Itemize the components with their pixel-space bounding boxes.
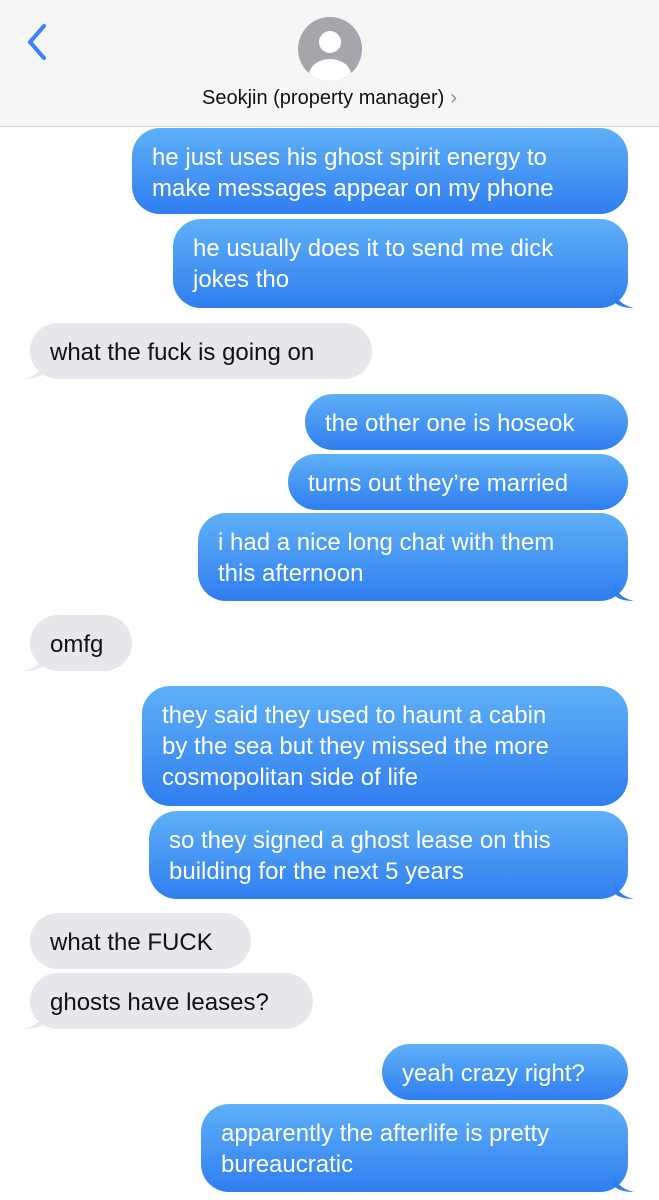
bubble-tail — [24, 359, 44, 379]
message-text-line: what the FUCK — [50, 929, 213, 956]
incoming-message-bubble[interactable]: omfg — [30, 615, 132, 671]
outgoing-message-bubble[interactable]: yeah crazy right? — [382, 1044, 628, 1100]
bubble-tail — [614, 288, 634, 308]
message-text-line: the other one is hoseok — [325, 410, 575, 437]
bubble-tail — [614, 581, 634, 601]
outgoing-message-bubble[interactable]: they said they used to haunt a cabin by t… — [142, 686, 628, 806]
message-text-line: cosmopolitan side of life — [162, 764, 419, 791]
message-text-line: omfg — [50, 631, 104, 658]
outgoing-message-bubble[interactable]: turns out they’re married — [288, 454, 628, 510]
outgoing-message-bubble[interactable]: i had a nice long chat with them this aft… — [198, 513, 628, 601]
bubble-tail — [614, 879, 634, 899]
back-button[interactable] — [22, 22, 54, 62]
outgoing-message-bubble[interactable]: the other one is hoseok — [305, 394, 628, 450]
message-text-line: bureaucratic — [221, 1151, 354, 1178]
message-text-line: ghosts have leases? — [50, 989, 269, 1016]
contact-name: Seokjin (property manager) — [201, 87, 445, 109]
message-text-line: building for the next 5 years — [169, 858, 464, 885]
message-text-line: apparently the afterlife is pretty — [221, 1120, 550, 1147]
message-text-line: they said they used to haunt a cabin — [162, 702, 547, 729]
message-text-line: by the sea but they missed the more — [162, 733, 549, 760]
outgoing-message-bubble[interactable]: apparently the afterlife is pretty bureau… — [201, 1104, 628, 1192]
message-text-line: turns out they’re married — [308, 470, 569, 497]
outgoing-message-bubble[interactable]: he just uses his ghost spirit energy to m… — [132, 128, 628, 214]
bubble-tail — [24, 651, 44, 671]
contact-name-button[interactable]: Seokjin (property manager) › — [0, 87, 659, 110]
message-text-line: what the fuck is going on — [50, 339, 315, 366]
message-text-line: he just uses his ghost spirit energy to — [152, 144, 547, 171]
message-text-line: so they signed a ghost lease on this — [169, 827, 551, 854]
chevron-right-icon: › — [450, 87, 457, 109]
bubble-tail — [24, 1009, 44, 1029]
message-text-line: he usually does it to send me dick — [193, 235, 554, 262]
incoming-message-bubble[interactable]: what the FUCK — [30, 913, 251, 969]
outgoing-message-bubble[interactable]: so they signed a ghost lease on this buil… — [149, 811, 628, 899]
chevron-left-icon — [28, 24, 46, 60]
message-text-line: yeah crazy right? — [402, 1060, 585, 1087]
person-avatar-icon — [298, 17, 362, 81]
bubble-tail — [614, 1172, 634, 1192]
message-text-line: jokes tho — [193, 266, 290, 293]
incoming-message-bubble[interactable]: what the fuck is going on — [30, 323, 372, 379]
message-text-line: make messages appear on my phone — [152, 175, 554, 202]
message-text-line: this afternoon — [218, 560, 364, 587]
conversation-header: Seokjin (property manager) › — [0, 0, 659, 127]
incoming-message-bubble[interactable]: ghosts have leases? — [30, 973, 313, 1029]
outgoing-message-bubble[interactable]: he usually does it to send me dick jokes … — [173, 219, 628, 308]
message-text-line: i had a nice long chat with them — [218, 529, 555, 556]
contact-avatar[interactable] — [298, 17, 362, 81]
